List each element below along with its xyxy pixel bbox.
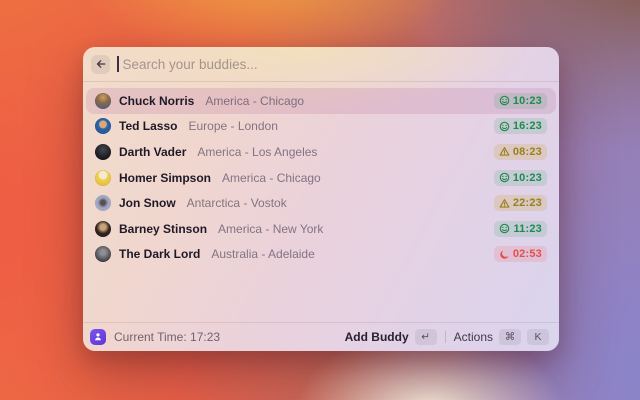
buddy-name: Chuck Norris [119, 93, 195, 108]
search-input[interactable] [120, 55, 549, 73]
buddy-time: 02:53 [512, 248, 542, 261]
avatar [95, 246, 111, 263]
time-badge: 22:23 [493, 195, 547, 212]
time-badge: 08:23 [493, 143, 547, 160]
buddy-name: Ted Lasso [119, 119, 178, 134]
time-badge: 02:53 [493, 246, 547, 263]
footer-divider [444, 331, 446, 343]
smiley-icon [499, 121, 510, 132]
current-time-label: Current Time: 17:23 [114, 330, 221, 344]
avatar [95, 195, 111, 212]
time-badge: 10:23 [493, 169, 547, 186]
time-badge: 16:23 [493, 118, 547, 135]
buddy-name: The Dark Lord [119, 247, 201, 262]
buddy-row-the-dark-lord[interactable]: The Dark Lord Australia - Adelaide 02:53 [86, 242, 556, 268]
avatar [95, 169, 111, 186]
buddy-row-chuck-norris[interactable]: Chuck Norris America - Chicago 10:23 [86, 88, 556, 114]
buddy-location: America - Chicago [205, 93, 305, 108]
buddy-time: 10:23 [512, 94, 542, 107]
buddy-location: Antarctica - Vostok [186, 196, 287, 211]
buddy-name: Jon Snow [119, 196, 176, 211]
buddy-location: America - Los Angeles [197, 144, 318, 159]
avatar [95, 220, 111, 237]
avatar [95, 92, 111, 109]
buddy-time: 22:23 [512, 197, 542, 210]
buddy-row-jon-snow[interactable]: Jon Snow Antarctica - Vostok 22:23 [86, 190, 556, 216]
actions-label: Actions [453, 330, 493, 344]
buddy-location: Australia - Adelaide [211, 247, 315, 262]
add-buddy-action[interactable]: Add Buddy ↵ [345, 329, 437, 345]
buddy-name: Darth Vader [119, 144, 187, 159]
footer-bar: Current Time: 17:23 Add Buddy ↵ Actions … [83, 322, 559, 351]
buddy-time: 16:23 [512, 120, 542, 133]
warning-icon [499, 198, 510, 208]
text-cursor [117, 56, 119, 72]
k-key-badge: K [527, 329, 549, 345]
arrow-left-icon [96, 60, 105, 68]
time-badge: 10:23 [493, 92, 547, 109]
buddy-time: 08:23 [512, 145, 542, 158]
buddy-location: America - Chicago [222, 170, 321, 185]
avatar [95, 118, 111, 135]
buddy-row-darth-vader[interactable]: Darth Vader America - Los Angeles 08:23 [86, 139, 556, 165]
avatar [95, 143, 111, 160]
actions-menu-trigger[interactable]: Actions ⌘ K [454, 329, 549, 345]
cmd-key-badge: ⌘ [499, 329, 521, 345]
buddy-row-barney-stinson[interactable]: Barney Stinson America - New York 11:23 [86, 216, 556, 242]
moon-icon [500, 250, 509, 259]
back-button[interactable] [91, 54, 110, 74]
buddy-list: Chuck Norris America - Chicago 10:23 Ted… [83, 82, 559, 322]
buddy-time: 11:23 [513, 222, 542, 235]
warning-icon [499, 147, 510, 157]
time-badge: 11:23 [494, 220, 547, 237]
smiley-icon [499, 96, 510, 106]
buddy-row-ted-lasso[interactable]: Ted Lasso Europe - London 16:23 [86, 114, 556, 140]
buddy-name: Homer Simpson [119, 170, 212, 185]
buddy-location: America - New York [218, 221, 324, 236]
search-bar [83, 47, 559, 82]
buddy-row-homer-simpson[interactable]: Homer Simpson America - Chicago 10:23 [86, 165, 556, 191]
smiley-icon [499, 172, 510, 183]
buddy-glyph-icon [95, 333, 101, 341]
smiley-icon [500, 223, 510, 234]
buddy-location: Europe - London [188, 119, 278, 134]
buddy-time: 10:23 [512, 171, 542, 184]
buddies-app-icon [90, 329, 106, 345]
command-palette-window: Chuck Norris America - Chicago 10:23 Ted… [83, 47, 559, 351]
add-buddy-label: Add Buddy [344, 330, 409, 344]
enter-key-badge: ↵ [414, 329, 437, 345]
buddy-name: Barney Stinson [119, 221, 208, 236]
